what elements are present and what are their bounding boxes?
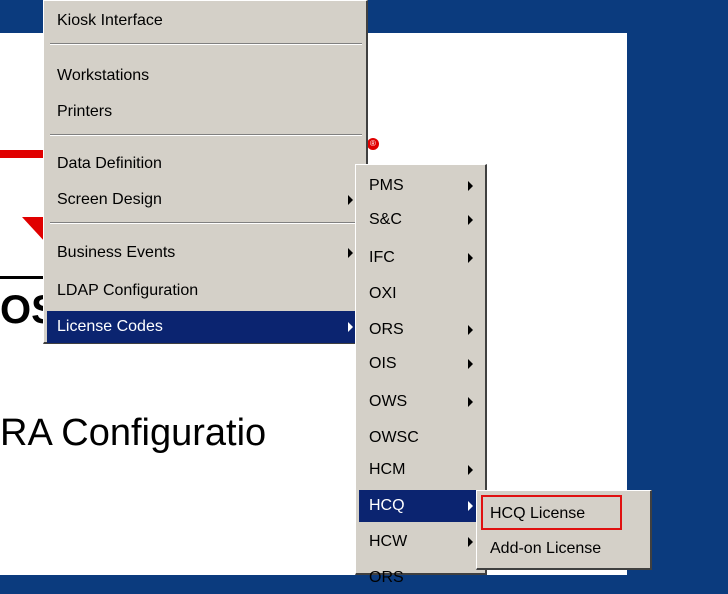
menu-item-hcq[interactable]: HCQ xyxy=(359,490,483,522)
menu-separator xyxy=(50,134,362,136)
menu-item-license-codes[interactable]: License Codes xyxy=(47,311,365,343)
submenu-arrow-icon xyxy=(348,248,353,258)
submenu-arrow-icon xyxy=(348,195,353,205)
menu-item-workstations[interactable]: Workstations xyxy=(47,60,365,92)
submenu-arrow-icon xyxy=(348,322,353,332)
submenu-arrow-icon xyxy=(468,359,473,369)
menu-item-printers[interactable]: Printers xyxy=(47,96,365,128)
menu-item-ors-partial[interactable]: ORS xyxy=(359,562,483,594)
logo-black-rule xyxy=(0,276,45,279)
annotation-highlight-box xyxy=(481,495,622,530)
menu-item-hcw[interactable]: HCW xyxy=(359,526,483,558)
submenu-arrow-icon xyxy=(468,465,473,475)
menu-item-ois[interactable]: OIS xyxy=(359,348,483,380)
menu-separator xyxy=(50,222,362,224)
menu-item-ldap-configuration[interactable]: LDAP Configuration xyxy=(47,275,365,307)
menu-item-ows[interactable]: OWS xyxy=(359,386,483,418)
menu-item-screen-design[interactable]: Screen Design xyxy=(47,184,365,216)
menu-separator xyxy=(50,43,362,45)
menu-item-oxi[interactable]: OXI xyxy=(359,278,483,310)
menu-item-owsc[interactable]: OWSC xyxy=(359,422,483,454)
submenu-arrow-icon xyxy=(468,253,473,263)
background-title: RA Configuratio xyxy=(0,412,267,454)
logo-red-bar xyxy=(0,150,45,158)
license-codes-submenu: PMS S&C IFC OXI ORS OIS OWS OWSC HCM HCQ… xyxy=(355,164,487,586)
menu-item-ifc[interactable]: IFC xyxy=(359,242,483,274)
menu-item-add-on-license[interactable]: Add-on License xyxy=(480,533,648,565)
menu-item-kiosk-interface[interactable]: Kiosk Interface xyxy=(47,5,365,37)
menu-item-ors[interactable]: ORS xyxy=(359,314,483,346)
submenu-arrow-icon xyxy=(468,181,473,191)
submenu-arrow-icon xyxy=(468,537,473,547)
submenu-arrow-icon xyxy=(468,397,473,407)
menu-item-hcm[interactable]: HCM xyxy=(359,454,483,486)
menu-item-data-definition[interactable]: Data Definition xyxy=(47,148,365,180)
main-dropdown-menu: Kiosk Interface Workstations Printers Da… xyxy=(43,0,368,344)
menu-item-pms[interactable]: PMS xyxy=(359,170,483,202)
submenu-arrow-icon xyxy=(468,501,473,511)
menu-item-business-events[interactable]: Business Events xyxy=(47,237,365,269)
menu-item-s-and-c[interactable]: S&C xyxy=(359,204,483,236)
submenu-arrow-icon xyxy=(468,325,473,335)
registered-mark-icon: ® xyxy=(367,138,379,150)
submenu-arrow-icon xyxy=(468,215,473,225)
